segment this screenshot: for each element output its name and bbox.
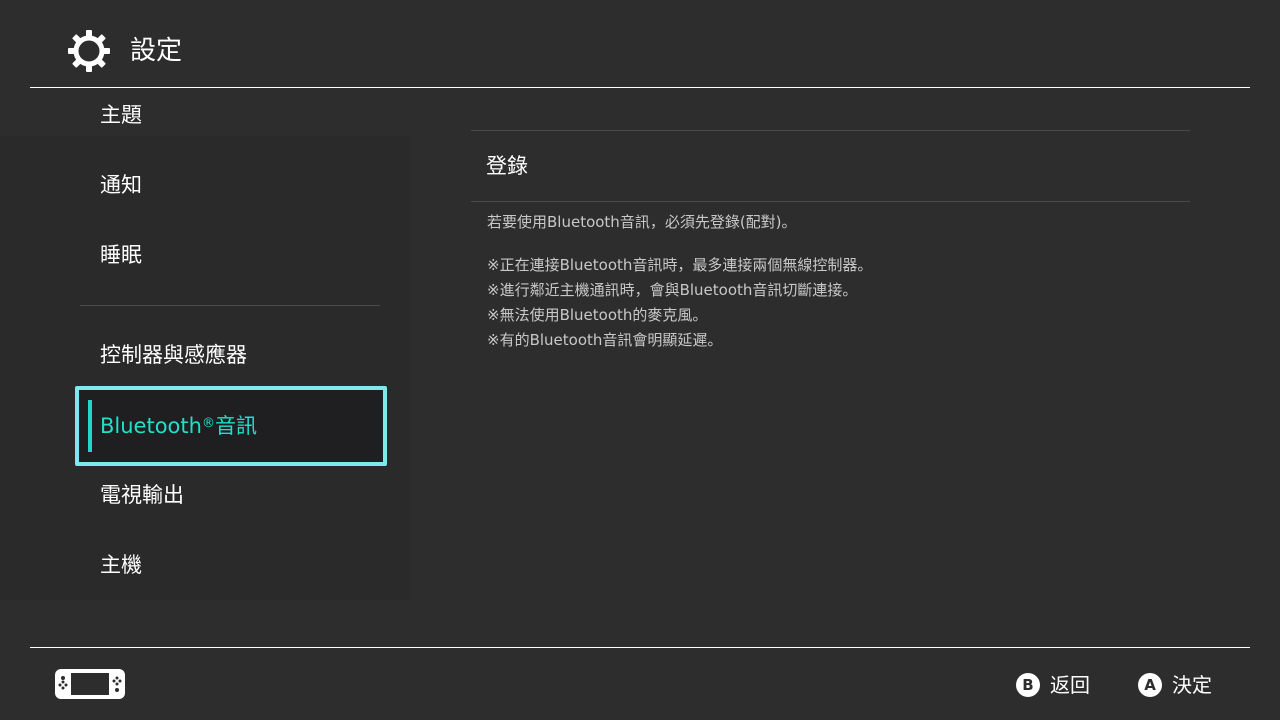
back-button[interactable]: B 返回 [1016, 670, 1090, 700]
sidebar-item-label: 電視輸出 [100, 483, 184, 507]
sidebar-item-label: 主機 [100, 553, 142, 577]
sidebar-item-label: 控制器與感應器 [100, 343, 247, 367]
content-divider-top [471, 130, 1190, 131]
sidebar-item-controllers-sensors[interactable]: 控制器與感應器 [100, 335, 247, 375]
confirm-label: 決定 [1172, 673, 1212, 697]
sidebar-item-tv-output[interactable]: 電視輸出 [100, 475, 184, 515]
settings-screen: 設定 主題 通知 睡眠 控制器與感應器 Bluetooth®音訊 電視輸出 主機… [0, 0, 1280, 720]
gear-icon [68, 30, 110, 72]
page-title: 設定 [130, 36, 183, 66]
registered-mark: ® [201, 416, 215, 431]
pair-device-option[interactable]: 登錄 [486, 150, 528, 182]
content-divider-bottom [471, 201, 1190, 202]
header: 設定 [0, 0, 1280, 88]
note-item: ※進行鄰近主機通訊時，會與Bluetooth音訊切斷連接。 [487, 281, 858, 299]
note-item: ※無法使用Bluetooth的麥克風。 [487, 306, 708, 324]
sidebar-item-themes[interactable]: 主題 [100, 95, 142, 135]
sidebar-item-notifications[interactable]: 通知 [100, 165, 142, 205]
a-button-icon: A [1138, 673, 1162, 697]
notes-list: ※正在連接Bluetooth音訊時，最多連接兩個無線控制器。 ※進行鄰近主機通訊… [487, 253, 872, 353]
sidebar-top-band [0, 88, 410, 136]
confirm-button[interactable]: A 決定 [1138, 670, 1212, 700]
sidebar-item-label: 通知 [100, 173, 142, 197]
sidebar-item-bluetooth-audio[interactable]: Bluetooth®音訊 [75, 386, 387, 466]
b-button-icon: B [1016, 673, 1040, 697]
footer-divider [30, 647, 1250, 648]
sidebar-item-sleep[interactable]: 睡眠 [100, 235, 142, 275]
back-label: 返回 [1050, 673, 1090, 697]
note-item: ※正在連接Bluetooth音訊時，最多連接兩個無線控制器。 [487, 256, 873, 274]
sidebar: 主題 通知 睡眠 控制器與感應器 Bluetooth®音訊 電視輸出 主機 [0, 88, 410, 600]
sidebar-item-system[interactable]: 主機 [100, 545, 142, 585]
sidebar-item-label: Bluetooth®音訊 [100, 414, 257, 438]
sidebar-item-label: 主題 [100, 103, 142, 127]
sidebar-divider [80, 305, 380, 306]
description-text: 若要使用Bluetooth音訊，必須先登錄(配對)。 [487, 213, 797, 231]
selection-indicator [88, 400, 92, 452]
sidebar-item-label: 睡眠 [100, 243, 142, 267]
note-item: ※有的Bluetooth音訊會明顯延遲。 [487, 331, 723, 349]
switch-console-icon [55, 669, 125, 699]
